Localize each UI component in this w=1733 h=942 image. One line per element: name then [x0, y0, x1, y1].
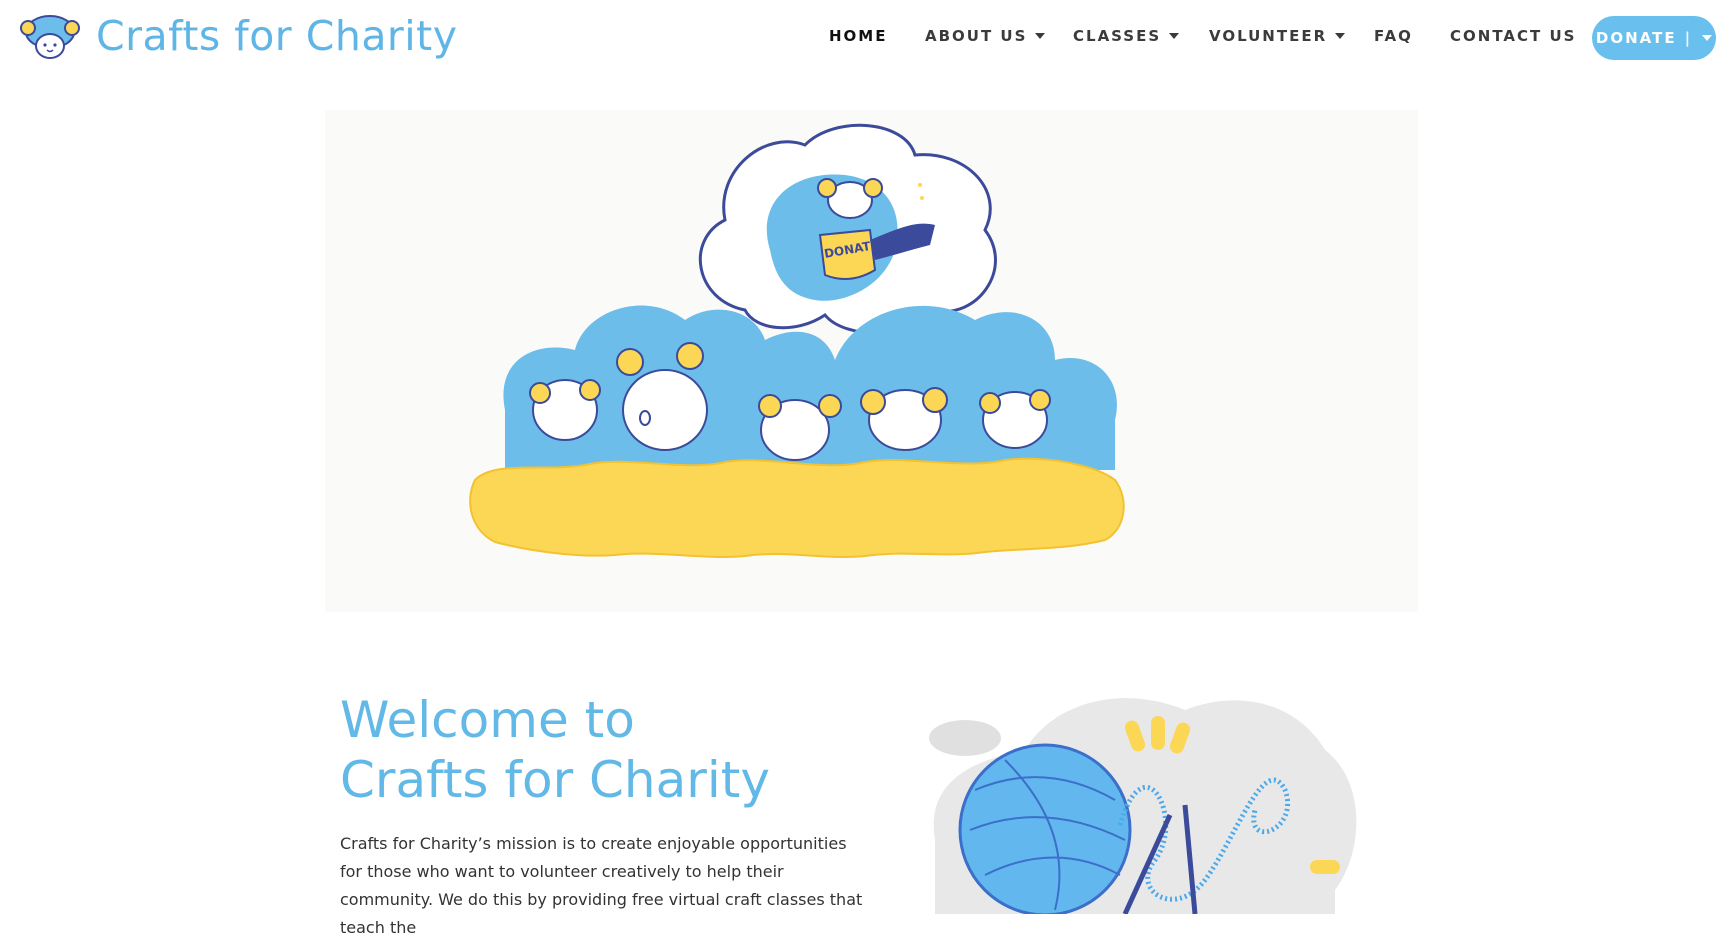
- yarn-knitting-illustration: [929, 698, 1357, 914]
- donate-separator: |: [1684, 29, 1693, 47]
- sheep-flock-illustration: DONATE: [469, 123, 1125, 558]
- nav-classes[interactable]: CLASSES: [1073, 27, 1180, 45]
- nav-about-us[interactable]: ABOUT US: [925, 27, 1046, 45]
- nav-volunteer[interactable]: VOLUNTEER: [1209, 27, 1346, 45]
- welcome-heading: Welcome to Crafts for Charity: [340, 690, 770, 810]
- nav-home[interactable]: HOME: [829, 27, 887, 45]
- chevron-down-icon: [1335, 33, 1346, 39]
- donate-label: DONATE: [1595, 29, 1677, 47]
- chevron-down-icon[interactable]: [1702, 35, 1713, 41]
- mission-paragraph: Crafts for Charity’s mission is to creat…: [340, 834, 863, 937]
- hero-illustration: DONATE: [325, 110, 1418, 612]
- main-nav: HOME ABOUT US CLASSES VOLUNTEER FAQ CONT…: [0, 0, 1733, 76]
- chevron-down-icon: [1035, 33, 1046, 39]
- welcome-heading-line-2: Crafts for Charity: [340, 751, 770, 809]
- donate-button[interactable]: DONATE |: [1592, 16, 1716, 60]
- welcome-heading-line-1: Welcome to: [340, 691, 635, 749]
- nav-classes-label: CLASSES: [1073, 27, 1162, 45]
- nav-contact-us[interactable]: CONTACT US: [1450, 27, 1576, 45]
- nav-about-us-label: ABOUT US: [925, 27, 1028, 45]
- chevron-down-icon: [1169, 33, 1180, 39]
- nav-faq[interactable]: FAQ: [1374, 27, 1413, 45]
- nav-volunteer-label: VOLUNTEER: [1209, 27, 1328, 45]
